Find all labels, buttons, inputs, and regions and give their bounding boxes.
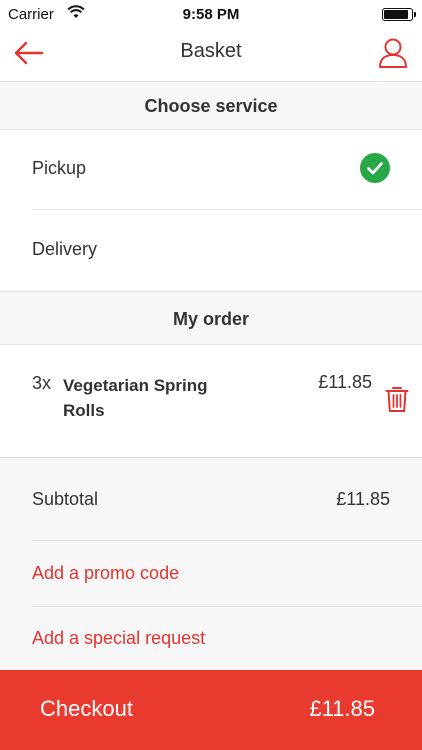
- battery-level: [384, 10, 408, 19]
- service-option-label: Pickup: [32, 158, 87, 178]
- user-icon[interactable]: [378, 37, 408, 69]
- status-bar: Carrier 9:58 PM: [0, 0, 422, 28]
- order-item: 3x Vegetarian Spring Rolls £11.85: [0, 345, 422, 457]
- subtotal-label: Subtotal: [32, 489, 99, 509]
- add-special-request-link[interactable]: Add a special request: [32, 628, 205, 649]
- checkout-total: £11.85: [309, 696, 375, 721]
- my-order-header: My order: [0, 291, 422, 345]
- divider: [32, 606, 422, 607]
- choose-service-header: Choose service: [0, 83, 422, 130]
- clock: 9:58 PM: [182, 6, 240, 23]
- order-item-price: £11.85: [318, 372, 372, 392]
- service-option-delivery[interactable]: Delivery: [0, 210, 422, 291]
- add-promo-code-link[interactable]: Add a promo code: [32, 563, 179, 584]
- service-option-label: Delivery: [32, 239, 98, 259]
- checkout-label: Checkout: [40, 696, 133, 721]
- page-title: Basket: [180, 40, 242, 62]
- subtotal-value: £11.85: [336, 489, 390, 509]
- order-item-name: Vegetarian Spring Rolls: [63, 376, 208, 420]
- check-circle-icon: [360, 153, 390, 183]
- trash-icon[interactable]: [385, 385, 409, 413]
- service-option-pickup[interactable]: Pickup: [0, 130, 422, 210]
- checkout-button[interactable]: Checkout £11.85: [0, 670, 422, 750]
- battery-icon: [382, 8, 416, 21]
- order-item-qty: 3x: [32, 373, 52, 393]
- divider: [32, 540, 422, 541]
- order-summary: Subtotal £11.85 Add a promo code Add a s…: [0, 457, 422, 670]
- nav-bar: Basket: [0, 28, 422, 82]
